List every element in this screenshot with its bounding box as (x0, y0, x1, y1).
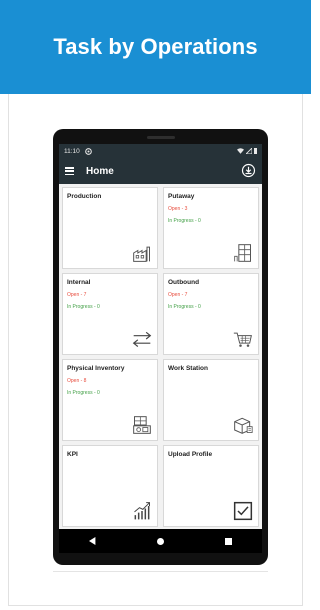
cart-icon (233, 332, 252, 347)
divider (53, 571, 268, 572)
app-bar-title: Home (86, 165, 114, 177)
tile-internal[interactable]: Internal Open - 7 In Progress - 0 (62, 273, 158, 355)
phone-speaker (147, 136, 175, 139)
tile-work-station[interactable]: Work Station (163, 359, 259, 441)
shelf-icon (234, 244, 251, 262)
system-nav-bar (59, 529, 262, 553)
checkbox-icon (233, 501, 253, 521)
swap-arrows-icon (132, 331, 152, 347)
workstation-icon (234, 417, 253, 434)
tile-open-count: Open - 7 (168, 292, 188, 298)
tile-title: KPI (67, 451, 78, 458)
tile-title: Work Station (168, 365, 208, 372)
inventory-icon (133, 416, 151, 434)
tile-progress-count: In Progress - 0 (67, 390, 100, 396)
page-title: Task by Operations (53, 34, 258, 59)
phone-screen: 11:10 Home Production Putaway Open - 3 I… (59, 144, 262, 553)
tile-title: Production (67, 193, 102, 200)
tile-progress-count: In Progress - 0 (168, 218, 201, 224)
tile-title: Upload Profile (168, 451, 213, 458)
tile-putaway[interactable]: Putaway Open - 3 In Progress - 0 (163, 187, 259, 269)
upload-icon[interactable] (241, 163, 256, 178)
tile-physical-inventory[interactable]: Physical Inventory Open - 8 In Progress … (62, 359, 158, 441)
app-notification-icon (84, 147, 92, 155)
app-bar: Home (59, 158, 262, 184)
tile-title: Putaway (168, 193, 195, 200)
tile-title: Internal (67, 279, 91, 286)
growth-chart-icon (134, 502, 150, 520)
tile-open-count: Open - 8 (67, 378, 87, 384)
tile-title: Outbound (168, 279, 200, 286)
tile-upload-profile[interactable]: Upload Profile (163, 445, 259, 527)
tile-progress-count: In Progress - 0 (168, 304, 201, 310)
tile-production[interactable]: Production (62, 187, 158, 269)
status-time: 11:10 (64, 147, 80, 155)
recents-icon[interactable] (218, 531, 238, 551)
tile-open-count: Open - 3 (168, 206, 188, 212)
tile-open-count: Open - 7 (67, 292, 87, 298)
tile-progress-count: In Progress - 0 (67, 304, 100, 310)
factory-icon (133, 246, 150, 262)
signal-icon (246, 148, 252, 154)
home-icon[interactable] (150, 531, 170, 551)
battery-icon (254, 148, 257, 154)
header-banner: Task by Operations (0, 0, 311, 94)
phone-frame: 11:10 Home Production Putaway Open - 3 I… (53, 129, 268, 565)
wifi-icon (237, 148, 244, 154)
tile-outbound[interactable]: Outbound Open - 7 In Progress - 0 (163, 273, 259, 355)
back-icon[interactable] (83, 531, 103, 551)
tile-title: Physical Inventory (67, 365, 125, 372)
status-bar: 11:10 (59, 144, 262, 158)
tile-kpi[interactable]: KPI (62, 445, 158, 527)
hamburger-icon[interactable] (65, 167, 74, 175)
